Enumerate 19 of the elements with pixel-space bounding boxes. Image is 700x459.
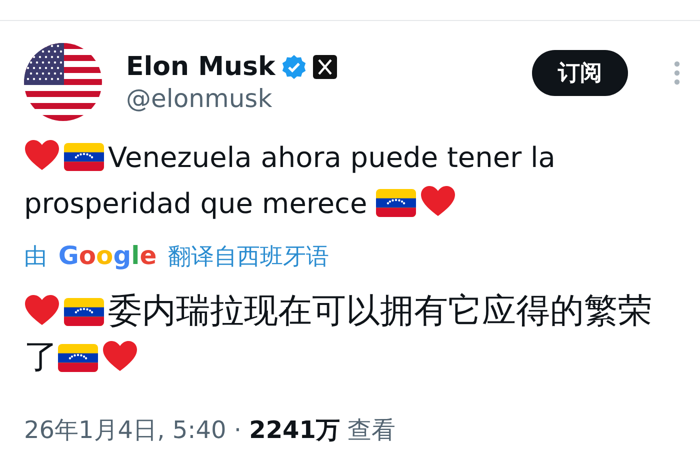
flag-icon — [376, 189, 416, 217]
flag-icon — [64, 298, 104, 326]
subscribe-button[interactable]: 订阅 — [532, 50, 628, 96]
author-handle[interactable]: @elonmusk — [126, 84, 508, 112]
heart-icon — [102, 340, 138, 372]
author-name[interactable]: Elon Musk — [126, 52, 276, 82]
post-meta: 26年1月4日, 5:40 · 2241万 查看 — [24, 415, 397, 446]
post-text: 了 — [24, 336, 58, 379]
heart-icon — [24, 294, 60, 326]
logo-icon — [313, 54, 338, 78]
post-text: prosperidad que merece — [24, 186, 368, 222]
flag-avatar[interactable] — [24, 43, 102, 121]
heart-icon — [420, 185, 456, 217]
translation-link[interactable]: 由 Google 翻译自西班牙语 — [24, 244, 329, 270]
flag-icon — [58, 344, 98, 372]
flag-icon — [64, 143, 104, 171]
post-text: Venezuela ahora puede tener la — [108, 140, 556, 176]
post-text: 委内瑞拉现在可以拥有它应得的繁荣 — [108, 290, 652, 333]
heart-icon — [24, 139, 60, 171]
